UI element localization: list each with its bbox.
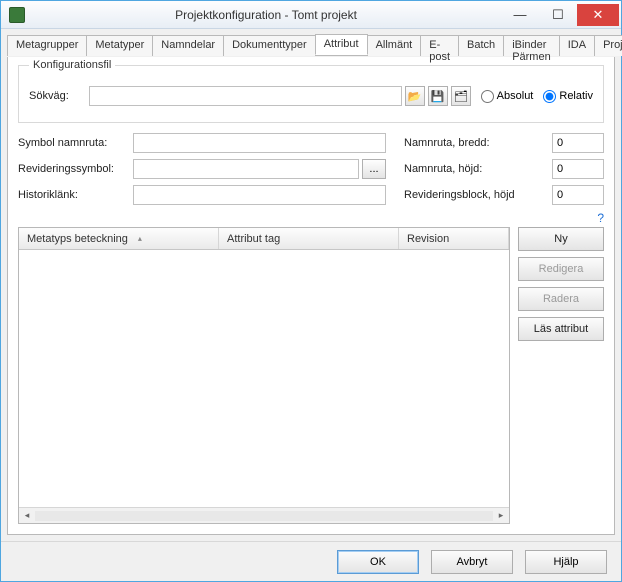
tab-ida[interactable]: IDA (559, 35, 595, 56)
revblock-input[interactable] (552, 185, 604, 205)
window: Projektkonfiguration - Tomt projekt — ☐ … (0, 0, 622, 582)
width-input[interactable] (552, 133, 604, 153)
hist-label: Historiklänk: (18, 189, 133, 201)
minimize-button[interactable]: — (501, 4, 539, 26)
tab-row: Metagrupper Metatyper Namndelar Dokument… (7, 33, 615, 57)
width-label: Namnruta, bredd: (404, 137, 552, 149)
window-buttons: — ☐ ✕ (501, 4, 619, 26)
height-input[interactable] (552, 159, 604, 179)
cancel-button[interactable]: Avbryt (431, 550, 513, 574)
content: Metagrupper Metatyper Namndelar Dokument… (1, 29, 621, 541)
scroll-right-icon[interactable]: ▸ (493, 510, 509, 521)
maximize-button[interactable]: ☐ (539, 4, 577, 26)
delete-button: Radera (518, 287, 604, 311)
folder-open-icon[interactable]: 📂 (405, 86, 425, 106)
config-legend: Konfigurationsfil (29, 59, 115, 71)
window-title: Projektkonfiguration - Tomt projekt (31, 8, 501, 22)
col-revision[interactable]: Revision (399, 228, 509, 249)
save-in-icon[interactable]: 🗂 (451, 86, 471, 106)
tab-dokumenttyper[interactable]: Dokumenttyper (223, 35, 316, 56)
dialog-footer: OK Avbryt Hjälp (1, 541, 621, 581)
grid-header: Metatyps beteckning Attribut tag Revisio… (19, 228, 509, 250)
tab-ibinder[interactable]: iBinder Pärmen (503, 35, 560, 56)
config-fieldset: Konfigurationsfil Sökväg: 📂 💾 🗂 Absolut … (18, 65, 604, 123)
tab-attribut[interactable]: Attribut (315, 34, 368, 55)
ok-button[interactable]: OK (337, 550, 419, 574)
scroll-left-icon[interactable]: ◂ (19, 510, 35, 521)
tab-batch[interactable]: Batch (458, 35, 504, 56)
path-input[interactable] (89, 86, 402, 106)
tab-namndelar[interactable]: Namndelar (152, 35, 224, 56)
tab-list: Metagrupper Metatyper Namndelar Dokument… (7, 34, 622, 56)
tab-allmant[interactable]: Allmänt (367, 35, 422, 56)
rev-browse-button[interactable]: ... (362, 159, 386, 179)
height-label: Namnruta, höjd: (404, 163, 552, 175)
tab-metatyper[interactable]: Metatyper (86, 35, 153, 56)
tab-projectwise[interactable]: ProjectWise (594, 35, 622, 56)
save-icon[interactable]: 💾 (428, 86, 448, 106)
rev-input[interactable] (133, 159, 359, 179)
col-metatyp[interactable]: Metatyps beteckning (19, 228, 219, 249)
app-icon (9, 7, 25, 23)
tab-panel: Konfigurationsfil Sökväg: 📂 💾 🗂 Absolut … (7, 57, 615, 535)
revblock-label: Revideringsblock, höjd (404, 189, 552, 201)
close-button[interactable]: ✕ (577, 4, 619, 26)
radio-absolut[interactable]: Absolut (481, 90, 534, 103)
edit-button: Redigera (518, 257, 604, 281)
grid-hscroll[interactable]: ◂ ▸ (19, 507, 509, 523)
col-attribut[interactable]: Attribut tag (219, 228, 399, 249)
scroll-track[interactable] (35, 511, 493, 521)
path-label: Sökväg: (29, 90, 89, 102)
symbol-label: Symbol namnruta: (18, 137, 133, 149)
read-attributes-button[interactable]: Läs attribut (518, 317, 604, 341)
fields-area: Symbol namnruta: Revideringssymbol: ... … (18, 133, 604, 211)
rev-label: Revideringssymbol: (18, 163, 133, 175)
grid-area: Metatyps beteckning Attribut tag Revisio… (18, 227, 604, 524)
help-icon[interactable]: ? (18, 211, 604, 225)
radio-relativ[interactable]: Relativ (543, 90, 593, 103)
symbol-input[interactable] (133, 133, 386, 153)
grid-body[interactable] (19, 250, 509, 507)
tab-metagrupper[interactable]: Metagrupper (7, 35, 87, 56)
help-button[interactable]: Hjälp (525, 550, 607, 574)
tab-epost[interactable]: E-post (420, 35, 459, 56)
hist-input[interactable] (133, 185, 386, 205)
side-buttons: Ny Redigera Radera Läs attribut (518, 227, 604, 524)
titlebar: Projektkonfiguration - Tomt projekt — ☐ … (1, 1, 621, 29)
new-button[interactable]: Ny (518, 227, 604, 251)
grid: Metatyps beteckning Attribut tag Revisio… (18, 227, 510, 524)
